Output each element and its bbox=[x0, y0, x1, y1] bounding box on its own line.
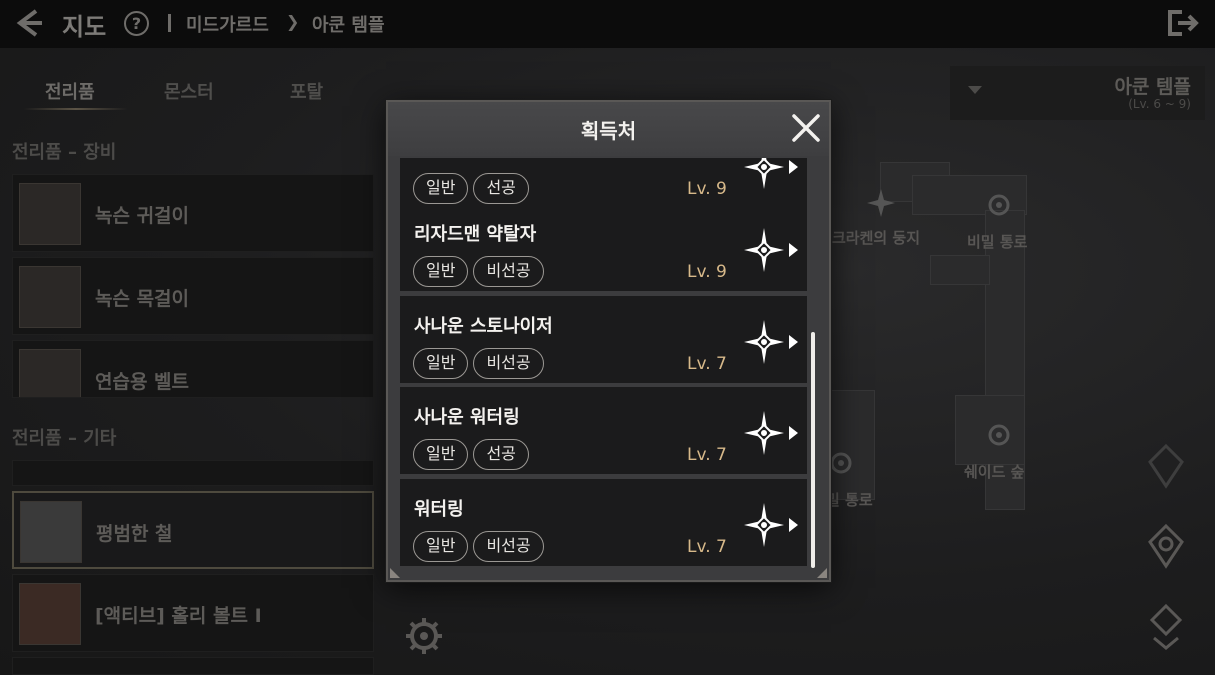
modal-header: 획득처 bbox=[388, 102, 829, 156]
source-entry[interactable]: 사나운 워터링 일반 선공 Lv. 7 bbox=[400, 387, 807, 476]
exit-icon[interactable] bbox=[1166, 9, 1200, 37]
loot-item-name: 녹슨 귀걸이 bbox=[95, 205, 190, 227]
tab-portal[interactable]: 포탈 bbox=[290, 78, 323, 104]
tag-aggression: 비선공 bbox=[473, 348, 544, 379]
tag-group: 일반 선공 bbox=[413, 173, 529, 204]
source-list[interactable]: 일반 선공 Lv. 9 리자드맨 약탈자 일반 비선공 Lv. 9 사나운 스토… bbox=[400, 158, 810, 568]
top-bar: 지도 ? 미드가르드 ❯ 아쿤 템플 bbox=[0, 0, 1215, 48]
map-label-nest: 크라켄의 둥지 bbox=[832, 229, 921, 247]
compass-star-arrow-icon[interactable] bbox=[742, 503, 802, 547]
monster-name: 사나운 스토나이저 bbox=[414, 316, 553, 337]
breadcrumb-region[interactable]: 아쿤 템플 bbox=[312, 11, 385, 37]
compass-star-arrow-icon[interactable] bbox=[742, 228, 802, 272]
tag-group: 일반 비선공 bbox=[413, 348, 544, 379]
region-selector[interactable]: 아쿤 템플 (Lv. 6 ~ 9) bbox=[950, 66, 1205, 120]
settings-gear-icon[interactable] bbox=[404, 616, 444, 656]
corner-ornament-icon bbox=[390, 568, 400, 578]
monster-name: 워터링 bbox=[414, 499, 464, 520]
necklace-item-icon bbox=[19, 266, 81, 328]
corner-ornament-icon bbox=[817, 568, 827, 578]
modal-footer bbox=[388, 568, 829, 580]
section-title-misc: 전리품 – 기타 bbox=[12, 428, 117, 449]
map-label-shade-forest: 쉐이드 숲 bbox=[964, 463, 1025, 481]
waypoint-emblem-icon[interactable] bbox=[1142, 602, 1190, 650]
source-entry[interactable]: 사나운 스토나이저 일반 비선공 Lv. 7 bbox=[400, 296, 807, 385]
map-corridor bbox=[830, 390, 875, 500]
tag-grade: 일반 bbox=[413, 173, 469, 204]
portal-icon[interactable] bbox=[984, 420, 1014, 450]
loot-item[interactable]: 녹슨 목걸이 bbox=[12, 257, 374, 335]
monster-level: Lv. 9 bbox=[687, 179, 727, 199]
source-entry[interactable]: 일반 선공 Lv. 9 bbox=[400, 158, 807, 210]
monster-level: Lv. 7 bbox=[687, 537, 727, 557]
monster-level: Lv. 7 bbox=[687, 354, 727, 374]
skill-book-item-icon bbox=[19, 583, 81, 645]
compass-star-arrow-icon[interactable] bbox=[742, 320, 802, 364]
monster-level: Lv. 9 bbox=[687, 262, 727, 282]
tag-group: 일반 선공 bbox=[413, 439, 529, 470]
location-emblem-icon[interactable] bbox=[1142, 522, 1190, 570]
loot-item[interactable]: [액티브] 홀리 볼트 I bbox=[12, 574, 374, 652]
help-icon[interactable]: ? bbox=[124, 11, 149, 36]
earring-item-icon bbox=[19, 183, 81, 245]
monster-level: Lv. 7 bbox=[687, 445, 727, 465]
scrollbar-thumb[interactable] bbox=[811, 332, 815, 568]
guild-emblem-icon[interactable] bbox=[1142, 442, 1190, 490]
belt-item-icon bbox=[19, 349, 81, 397]
tag-grade: 일반 bbox=[413, 531, 469, 562]
breadcrumb-continent[interactable]: 미드가르드 bbox=[186, 11, 269, 37]
iron-ingot-item-icon bbox=[20, 501, 82, 563]
tag-aggression: 비선공 bbox=[473, 531, 544, 562]
loot-item-name: 녹슨 목걸이 bbox=[95, 288, 190, 310]
compass-star-arrow-icon[interactable] bbox=[742, 158, 802, 189]
tag-grade: 일반 bbox=[413, 348, 469, 379]
monster-name: 사나운 워터링 bbox=[414, 407, 520, 428]
loot-item-name: 평범한 철 bbox=[96, 523, 173, 545]
acquisition-source-modal: 획득처 일반 선공 Lv. 9 리자드맨 약탈자 일반 비선공 Lv. 9 사나… bbox=[386, 100, 831, 582]
tab-monster[interactable]: 몬스터 bbox=[164, 78, 214, 104]
source-entry[interactable]: 워터링 일반 비선공 Lv. 7 bbox=[400, 479, 807, 568]
tag-grade: 일반 bbox=[413, 256, 469, 287]
region-level-range: (Lv. 6 ~ 9) bbox=[1128, 97, 1191, 111]
loot-item[interactable]: 연습용 벨트 bbox=[12, 340, 374, 398]
tag-aggression: 선공 bbox=[473, 173, 529, 204]
tag-grade: 일반 bbox=[413, 439, 469, 470]
chevron-right-icon: ❯ bbox=[286, 12, 300, 31]
boss-star-icon[interactable] bbox=[866, 188, 896, 218]
portal-icon[interactable] bbox=[984, 190, 1014, 220]
source-entry[interactable]: 리자드맨 약탈자 일반 비선공 Lv. 9 bbox=[400, 204, 807, 293]
map-corridor bbox=[930, 255, 990, 285]
loot-item[interactable]: 녹슨 귀걸이 bbox=[12, 174, 374, 252]
dropdown-arrow-icon bbox=[968, 86, 982, 94]
loot-item-partial[interactable] bbox=[12, 460, 374, 486]
breadcrumb-divider bbox=[168, 14, 171, 32]
section-title-equipment: 전리품 – 장비 bbox=[12, 142, 117, 163]
tab-loot[interactable]: 전리품 bbox=[45, 78, 95, 104]
loot-item-selected[interactable]: 평범한 철 bbox=[12, 491, 374, 569]
map-label-secret-passage: 비밀 통로 bbox=[967, 233, 1028, 251]
tag-group: 일반 비선공 bbox=[413, 256, 544, 287]
loot-item-name: 연습용 벨트 bbox=[95, 371, 190, 393]
region-name: 아쿤 템플 bbox=[1114, 76, 1191, 98]
active-tab-indicator bbox=[24, 108, 128, 110]
loot-item-partial[interactable] bbox=[12, 657, 374, 675]
tag-aggression: 선공 bbox=[473, 439, 529, 470]
compass-star-arrow-icon[interactable] bbox=[742, 411, 802, 455]
loot-item-name: [액티브] 홀리 볼트 I bbox=[95, 605, 262, 627]
back-arrow-icon[interactable] bbox=[16, 8, 46, 38]
tag-aggression: 비선공 bbox=[473, 256, 544, 287]
map-label-passage: 밀 통로 bbox=[826, 491, 873, 509]
monster-name: 리자드맨 약탈자 bbox=[414, 224, 537, 245]
tag-group: 일반 비선공 bbox=[413, 531, 544, 562]
modal-title: 획득처 bbox=[580, 119, 637, 143]
page-title: 지도 bbox=[62, 13, 107, 41]
close-icon[interactable] bbox=[790, 112, 822, 144]
